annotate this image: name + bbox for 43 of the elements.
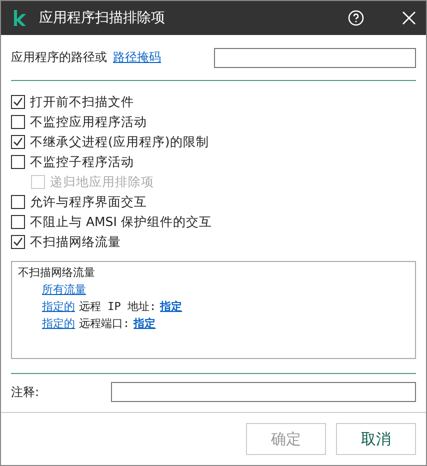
checkbox[interactable] [11,235,25,249]
checkbox[interactable] [11,95,25,109]
option-label: 不继承父进程(应用程序)的限制 [30,134,209,150]
checkbox-option[interactable]: 不阻止与 AMSI 保护组件的交互 [11,213,416,231]
checkbox[interactable] [11,135,25,149]
option-label: 打开前不扫描文件 [30,94,134,110]
window-title: 应用程序扫描排除项 [39,9,166,27]
check-icon [13,237,23,247]
option-label: 不监控子程序活动 [30,154,134,170]
check-icon [13,97,23,107]
checkbox-option[interactable]: 不继承父进程(应用程序)的限制 [11,133,416,151]
description-text: 远程端口: [79,316,130,331]
description-link[interactable]: 指定 [160,299,182,314]
path-label: 应用程序的路径或 [11,49,107,66]
help-icon[interactable] [348,10,364,26]
check-icon [13,137,23,147]
path-mask-link[interactable]: 路径掩码 [113,49,161,66]
checkbox-option[interactable]: 允许与程序界面交互 [11,193,416,211]
checkbox-option[interactable]: 不监控应用程序活动 [11,113,416,131]
close-icon[interactable] [402,11,416,25]
checkbox-option[interactable]: 不扫描网络流量 [11,233,416,251]
option-label: 不监控应用程序活动 [30,114,147,130]
description-link[interactable]: 指定的 [42,316,75,331]
option-label: 允许与程序界面交互 [30,194,147,210]
path-input-field[interactable] [214,48,416,68]
description-text: 远程 IP 地址: [79,299,156,314]
checkbox[interactable] [11,115,25,129]
option-label: 不阻止与 AMSI 保护组件的交互 [30,214,212,230]
checkbox[interactable] [11,195,25,209]
description-title: 不扫描网络流量 [18,265,96,280]
logo-icon [13,10,27,26]
comment-input-field[interactable] [111,382,416,402]
checkbox-option[interactable]: 打开前不扫描文件 [11,93,416,111]
option-label: 递归地应用排除项 [50,174,154,190]
comment-label: 注释: [11,384,40,400]
description-link[interactable]: 指定 [134,316,156,331]
description-link[interactable]: 指定的 [42,299,75,314]
checkbox[interactable] [11,215,25,229]
option-label: 不扫描网络流量 [30,234,121,250]
description-link[interactable]: 所有流量 [42,282,86,297]
checkbox[interactable] [11,155,25,169]
cancel-button[interactable]: 取消 [336,423,416,455]
checkbox-option[interactable]: 不监控子程序活动 [11,153,416,171]
